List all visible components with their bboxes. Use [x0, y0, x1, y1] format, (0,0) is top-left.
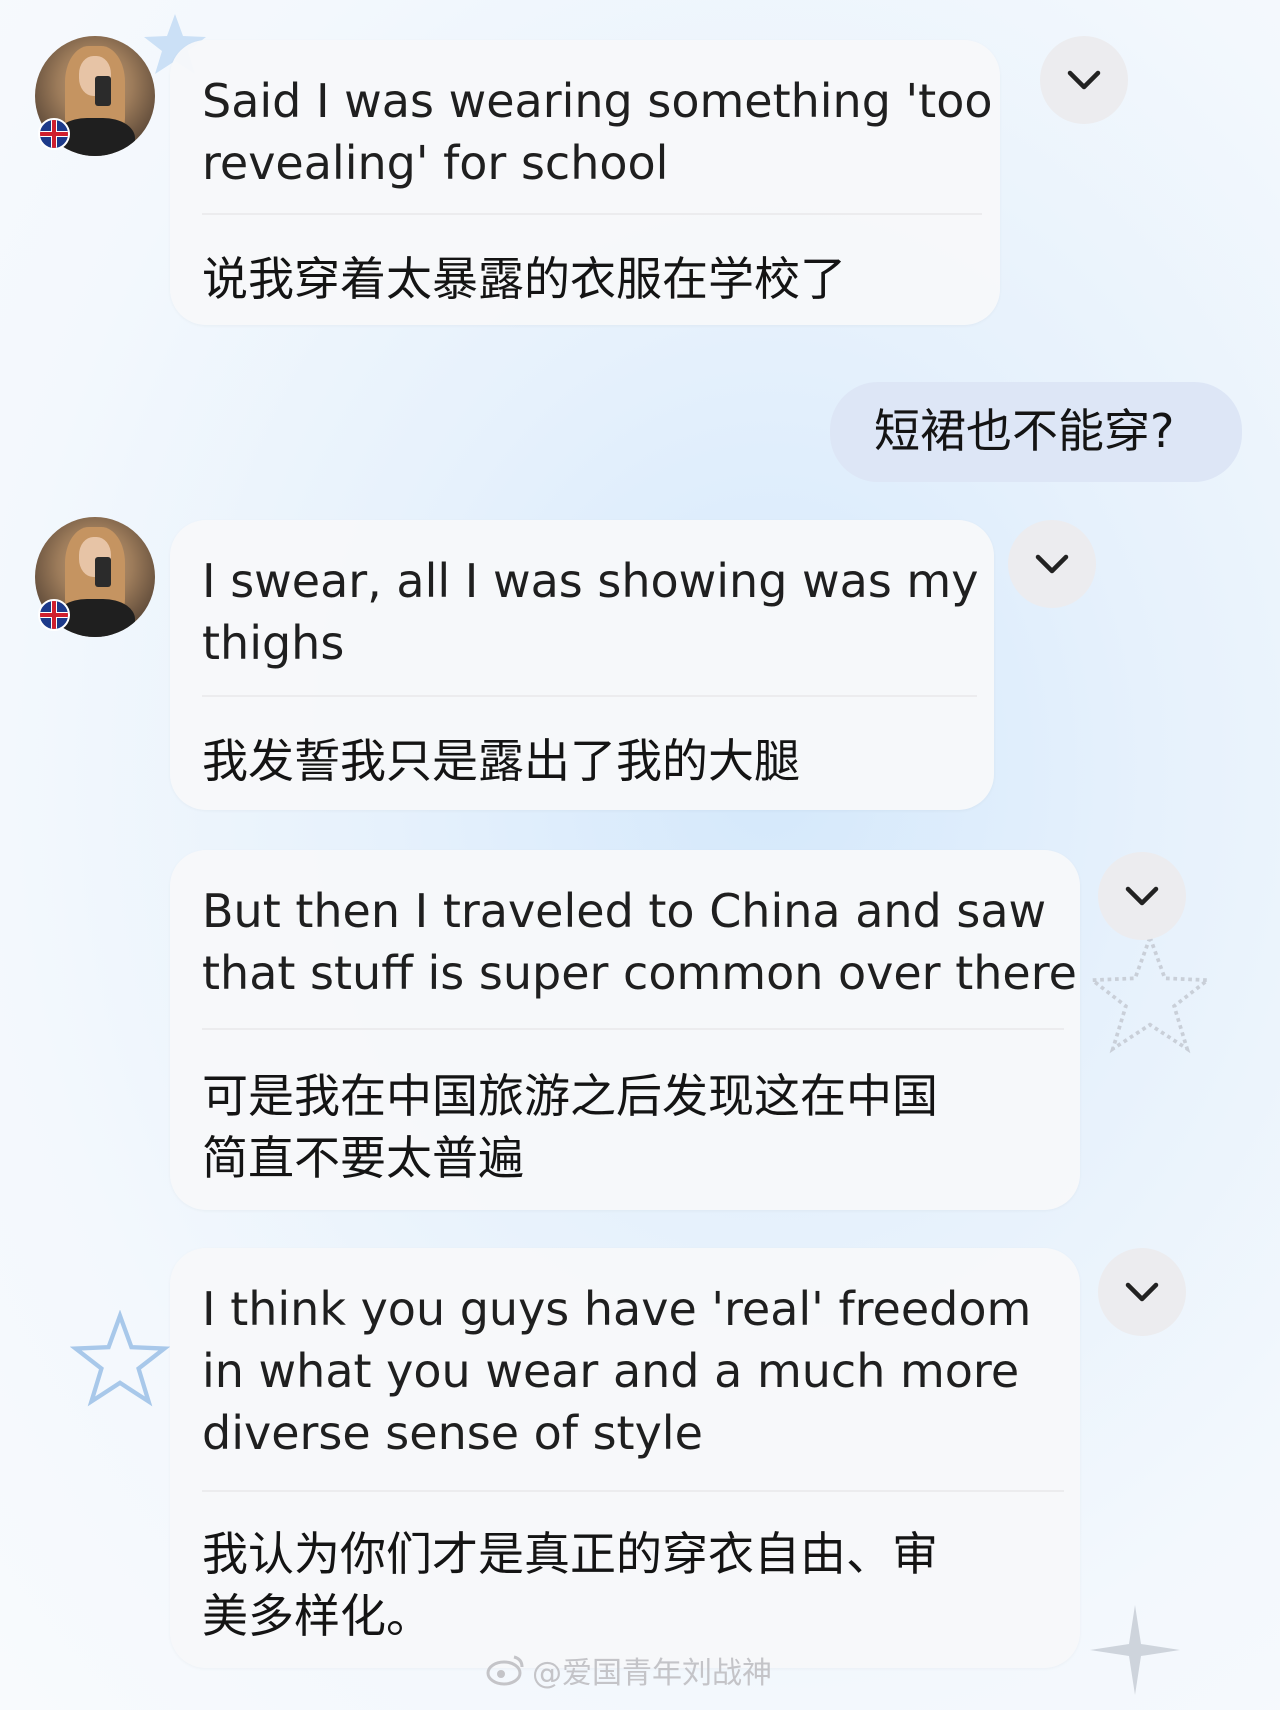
watermark: @爱国青年刘战神 — [486, 1648, 772, 1692]
decorative-star — [1087, 931, 1213, 1054]
message-english-line: But then I traveled to China and saw — [202, 884, 1047, 938]
expand-button[interactable] — [1098, 852, 1186, 940]
sent-message-text: 短裙也不能穿? — [874, 404, 1175, 458]
chevron-down-icon — [1125, 886, 1159, 906]
message-translation-line: 说我穿着太暴露的衣服在学校了 — [202, 252, 846, 306]
uk-flag-icon — [38, 118, 70, 150]
chevron-down-icon — [1125, 1282, 1159, 1302]
message-english-line: Said I was wearing something 'too — [202, 74, 993, 128]
message-translation-line: 简直不要太普遍 — [202, 1131, 524, 1185]
message-english-line: I swear, all I was showing was my — [202, 554, 979, 608]
chevron-down-icon — [1035, 554, 1069, 574]
translation-divider — [202, 695, 977, 697]
message-translation-line: 我认为你们才是真正的穿衣自由、审 — [202, 1527, 938, 1581]
message-english-line: that stuff is super common over there — [202, 946, 1077, 1000]
weibo-logo-icon — [486, 1655, 524, 1686]
message-english-line: thighs — [202, 616, 345, 670]
uk-flag-icon — [38, 599, 70, 631]
sent-message-bubble[interactable]: 短裙也不能穿? — [830, 382, 1242, 482]
message-english-line: diverse sense of style — [202, 1406, 703, 1460]
decorative-star — [70, 1310, 170, 1407]
watermark-text: @爱国青年刘战神 — [532, 1656, 772, 1691]
received-message-bubble[interactable]: But then I traveled to China and saw tha… — [170, 850, 1080, 1210]
message-translation-line: 我发誓我只是露出了我的大腿 — [202, 734, 800, 788]
message-translation-line: 美多样化。 — [202, 1589, 432, 1643]
message-english-line: in what you wear and a much more — [202, 1344, 1020, 1398]
received-message-bubble[interactable]: I swear, all I was showing was my thighs… — [170, 520, 994, 810]
message-english-line: revealing' for school — [202, 136, 669, 190]
expand-button[interactable] — [1098, 1248, 1186, 1336]
translation-divider — [202, 1490, 1064, 1492]
decorative-star — [1090, 1605, 1180, 1695]
received-message-bubble[interactable]: I think you guys have 'real' freedom in … — [170, 1248, 1080, 1668]
translation-divider — [202, 1028, 1064, 1030]
translation-divider — [202, 213, 982, 215]
message-english-line: I think you guys have 'real' freedom — [202, 1282, 1032, 1336]
expand-button[interactable] — [1040, 36, 1128, 124]
expand-button[interactable] — [1008, 520, 1096, 608]
message-translation-line: 可是我在中国旅游之后发现这在中国 — [202, 1069, 938, 1123]
chevron-down-icon — [1067, 70, 1101, 90]
received-message-bubble[interactable]: Said I was wearing something 'too reveal… — [170, 40, 1000, 325]
